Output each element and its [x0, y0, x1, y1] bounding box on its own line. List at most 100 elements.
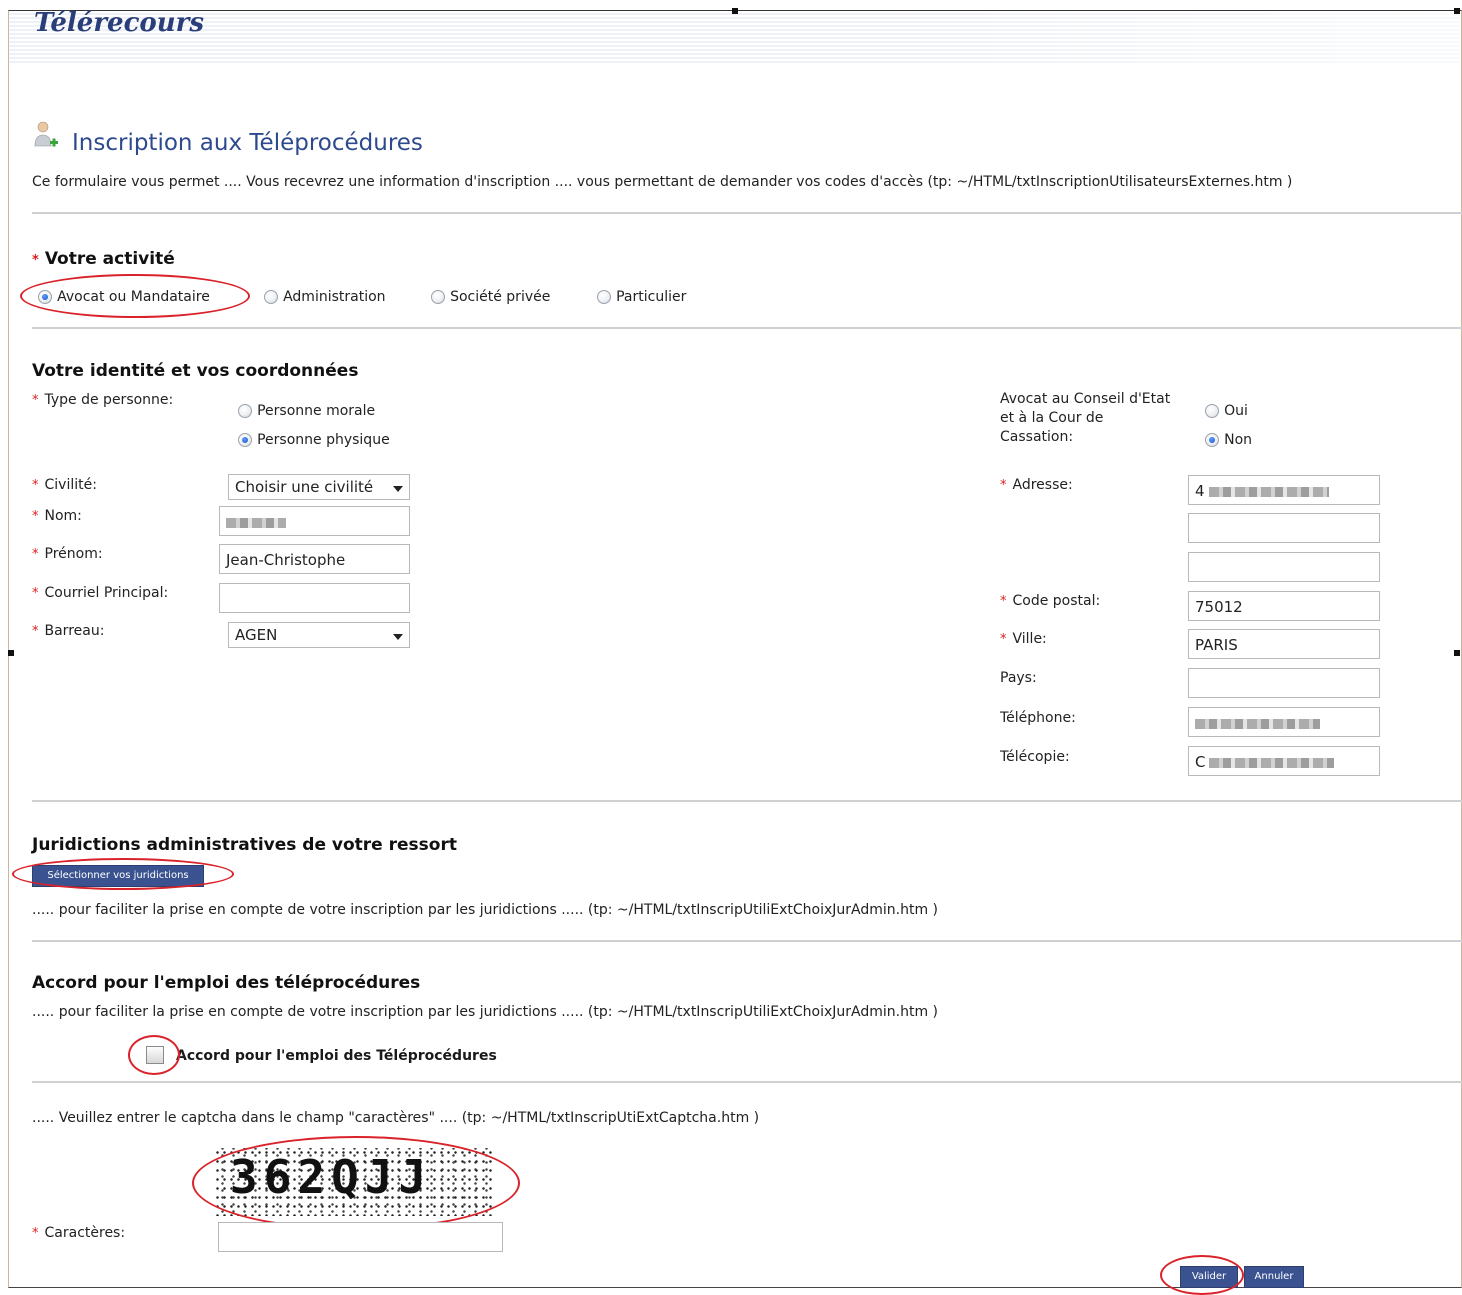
adresse-input-3[interactable] — [1188, 552, 1380, 582]
prenom-label: * Prénom: — [32, 546, 103, 562]
code-postal-input[interactable]: 75012 — [1188, 591, 1380, 621]
avocat-conseil-label-line1: Avocat au Conseil d'Etat — [1000, 391, 1171, 407]
telephone-input[interactable] — [1188, 707, 1380, 737]
annotation-ellipse-activite — [20, 274, 250, 318]
annuler-button[interactable]: Annuler — [1244, 1266, 1304, 1288]
courriel-text: Courriel Principal: — [44, 585, 169, 601]
annotation-ellipse-juridictions — [12, 858, 234, 890]
divider — [32, 940, 1462, 942]
barreau-text: Barreau: — [44, 623, 105, 639]
nom-text: Nom: — [44, 508, 82, 524]
pays-input[interactable] — [1188, 668, 1380, 698]
captcha-desc: ..... Veuillez entrer le captcha dans le… — [32, 1110, 760, 1126]
telecopie-prefix: C — [1195, 753, 1206, 771]
civilite-select[interactable]: Choisir une civilité — [228, 474, 410, 500]
page-title: Inscription aux Téléprocédures — [72, 130, 423, 156]
radio-societe-privee[interactable]: Société privée — [431, 286, 550, 305]
telecopie-input[interactable]: C — [1188, 746, 1380, 776]
radio-personne-physique[interactable]: Personne physique — [238, 429, 390, 448]
code-postal-text: Code postal: — [1012, 593, 1101, 609]
radio-societe-privee-circle[interactable] — [431, 289, 445, 304]
required-marker: * — [32, 1226, 39, 1241]
divider — [32, 212, 1462, 214]
pays-label: Pays: — [1000, 670, 1037, 686]
adresse-input-2[interactable] — [1188, 513, 1380, 543]
radio-particulier[interactable]: Particulier — [597, 286, 686, 305]
accord-desc: ..... pour faciliter la prise en compte … — [32, 1004, 938, 1020]
radio-particulier-circle[interactable] — [597, 289, 611, 304]
ville-input[interactable]: PARIS — [1188, 629, 1380, 659]
required-marker: * — [32, 624, 39, 639]
adresse-text: Adresse: — [1012, 477, 1073, 493]
type-personne-text: Type de personne: — [44, 392, 174, 408]
section-identite-title: Votre identité et vos coordonnées — [32, 361, 359, 381]
prenom-text: Prénom: — [44, 546, 103, 562]
chevron-down-icon — [393, 634, 403, 640]
required-marker: * — [32, 253, 39, 268]
caracteres-input[interactable] — [218, 1222, 503, 1252]
radio-conseil-oui[interactable]: Oui — [1205, 400, 1248, 419]
annotation-ellipse-captcha — [192, 1136, 520, 1230]
courriel-input[interactable] — [219, 583, 410, 613]
juridictions-desc: ..... pour faciliter la prise en compte … — [32, 902, 938, 918]
caracteres-label: * Caractères: — [32, 1225, 125, 1241]
resize-handle-left[interactable] — [8, 650, 14, 656]
radio-conseil-non-circle[interactable] — [1205, 432, 1219, 447]
radio-administration-circle[interactable] — [264, 289, 278, 304]
resize-handle-top[interactable] — [732, 8, 738, 14]
annotation-ellipse-valider — [1160, 1255, 1244, 1295]
required-marker: * — [1000, 478, 1007, 493]
adresse-label: * Adresse: — [1000, 477, 1073, 493]
prenom-input[interactable]: Jean-Christophe — [219, 544, 410, 574]
required-marker: * — [32, 547, 39, 562]
nom-label: * Nom: — [32, 508, 82, 524]
redacted-value — [1195, 718, 1320, 729]
accord-checkbox-label[interactable]: Accord pour l'emploi des Téléprocédures — [176, 1048, 497, 1064]
caracteres-text: Caractères: — [44, 1225, 126, 1241]
user-add-icon — [34, 121, 58, 147]
radio-personne-morale-circle[interactable] — [238, 403, 252, 418]
nom-input[interactable] — [219, 506, 410, 536]
chevron-down-icon — [393, 486, 403, 492]
radio-conseil-non[interactable]: Non — [1205, 429, 1252, 448]
radio-societe-privee-label: Société privée — [450, 289, 551, 305]
required-marker: * — [1000, 632, 1007, 647]
header-banner-fade — [9, 11, 1460, 63]
section-activite-label: Votre activité — [44, 249, 175, 269]
divider — [32, 327, 1462, 329]
adresse-input-1[interactable]: 4 — [1188, 475, 1380, 505]
required-marker: * — [32, 478, 39, 493]
civilite-text: Civilité: — [44, 477, 97, 493]
courriel-label: * Courriel Principal: — [32, 585, 168, 601]
radio-particulier-label: Particulier — [616, 289, 687, 305]
barreau-label: * Barreau: — [32, 623, 104, 639]
avocat-conseil-label-line2: et à la Cour de — [1000, 410, 1104, 426]
resize-handle-top-right[interactable] — [1454, 8, 1460, 14]
divider — [32, 1081, 1462, 1083]
radio-administration[interactable]: Administration — [264, 286, 386, 305]
required-marker: * — [1000, 594, 1007, 609]
required-marker: * — [32, 393, 39, 408]
annotation-ellipse-accord — [128, 1035, 180, 1075]
radio-conseil-oui-label: Oui — [1224, 403, 1248, 419]
radio-personne-physique-label: Personne physique — [257, 432, 390, 448]
ville-label: * Ville: — [1000, 631, 1047, 647]
civilite-label: * Civilité: — [32, 477, 97, 493]
barreau-select[interactable]: AGEN — [228, 622, 410, 648]
ville-text: Ville: — [1012, 631, 1047, 647]
radio-personne-physique-circle[interactable] — [238, 432, 252, 447]
resize-handle-right[interactable] — [1454, 650, 1460, 656]
redacted-value — [1209, 757, 1335, 768]
radio-personne-morale[interactable]: Personne morale — [238, 400, 375, 419]
type-personne-label: * Type de personne: — [32, 392, 173, 408]
telecopie-label: Télécopie: — [1000, 749, 1070, 765]
brand-title: Télérecours — [34, 8, 204, 38]
section-activite-title: * Votre activité — [32, 249, 175, 269]
telephone-label: Téléphone: — [1000, 710, 1076, 726]
avocat-conseil-label-line3: Cassation: — [1000, 429, 1074, 445]
radio-administration-label: Administration — [283, 289, 386, 305]
radio-conseil-non-label: Non — [1224, 432, 1253, 448]
radio-conseil-oui-circle[interactable] — [1205, 403, 1219, 418]
barreau-select-value: AGEN — [235, 626, 278, 644]
adresse-prefix: 4 — [1195, 482, 1205, 500]
